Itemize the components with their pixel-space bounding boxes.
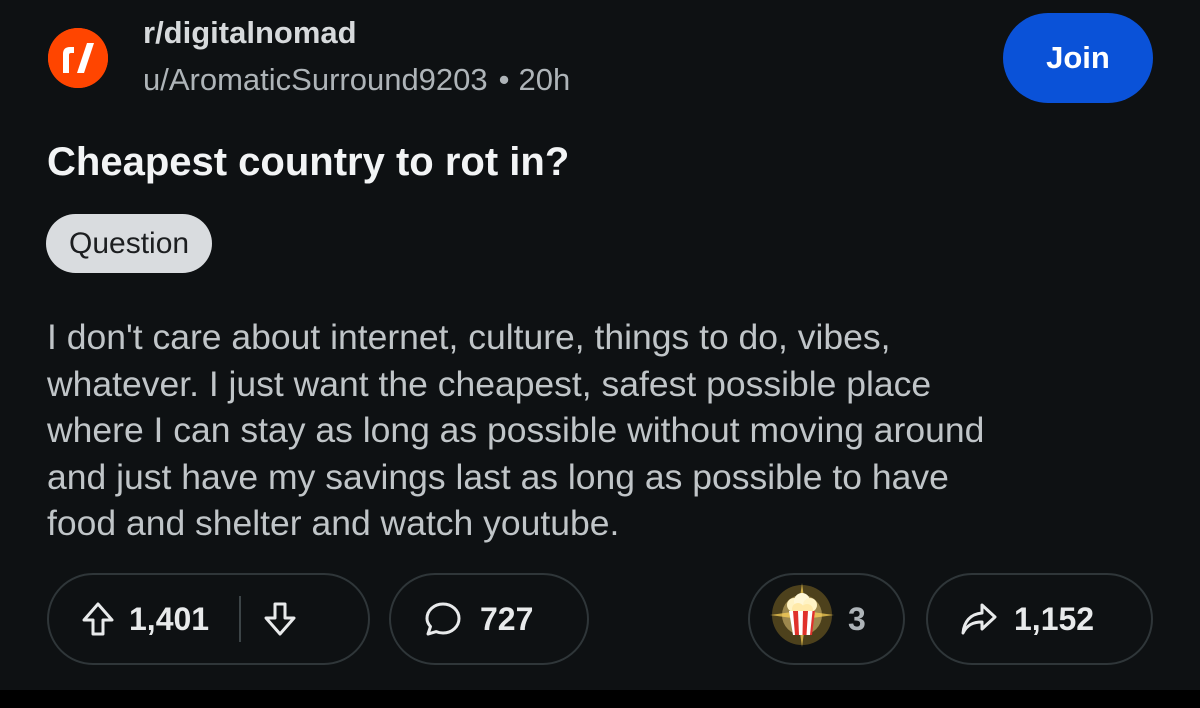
post-body-line: and just have my savings last as long as… [47,456,949,497]
vote-divider [239,596,242,642]
award-count: 3 [848,600,866,637]
post-title[interactable]: Cheapest country to rot in? [47,140,569,185]
post-body-line: where I can stay as long as possible wit… [47,410,985,450]
join-button[interactable]: Join [1003,13,1153,103]
post-body-line: whatever. I just want the cheapest, safe… [47,363,932,404]
post-body-line: food and shelter and watch youtube. [47,503,620,543]
meta-separator: • [498,62,510,97]
comment-count: 727 [480,600,534,637]
vote-bar: 1,401 [47,573,370,665]
author-name[interactable]: u/AromaticSurround9203 [143,62,488,97]
comments-button[interactable]: 727 [389,573,589,665]
share-count: 1,152 [1014,600,1095,637]
popcorn-award-icon [762,575,842,663]
comment-bubble-icon [424,600,462,638]
share-button[interactable]: 1,152 [926,573,1153,665]
subreddit-logo-icon [48,28,108,88]
post-body-line: I don't care about internet, culture, th… [47,317,891,357]
upvote-count: 1,401 [129,600,210,637]
subreddit-avatar[interactable] [48,28,108,88]
bottom-edge [0,690,1200,708]
post-meta: u/AromaticSurround9203 • 20h [143,62,570,98]
post-body: I don't care about internet, culture, th… [47,314,1147,547]
post-flair[interactable]: Question [46,214,213,273]
downvote-arrow-icon[interactable] [263,601,297,637]
share-arrow-icon [960,602,998,636]
post-time: 20h [518,62,571,97]
upvote-arrow-icon[interactable] [81,601,115,637]
subreddit-name[interactable]: r/digitalnomad [143,15,357,51]
award-button[interactable]: 3 [748,573,905,665]
